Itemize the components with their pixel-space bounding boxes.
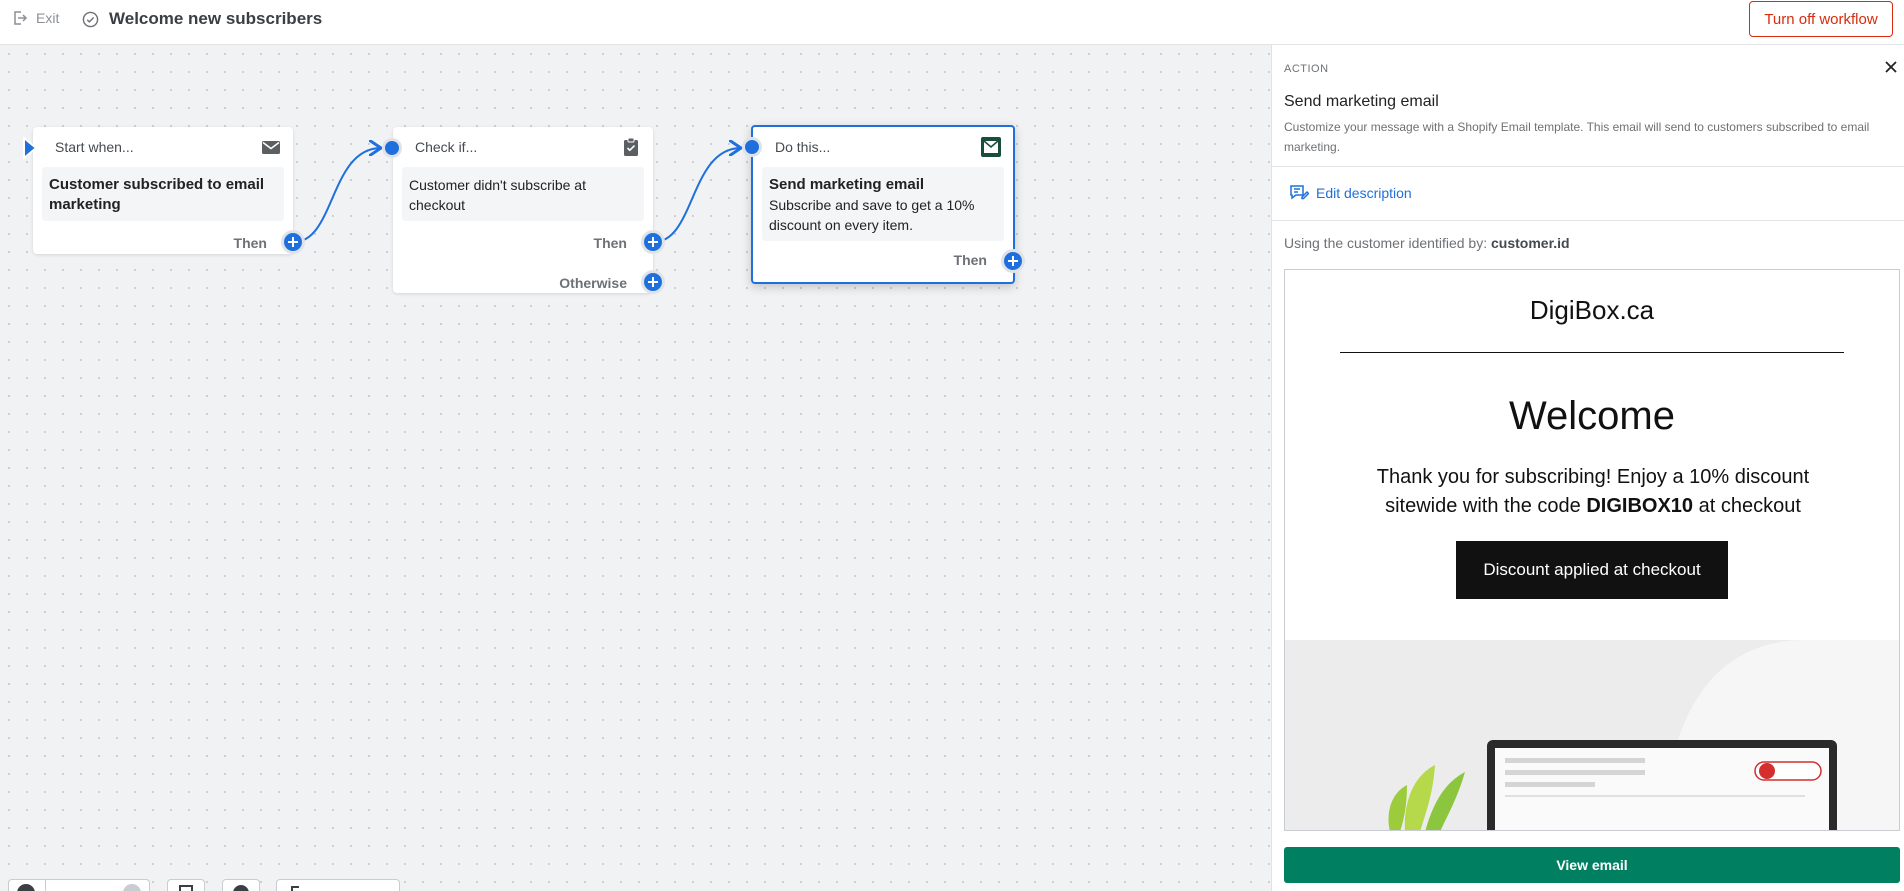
email-brand: DigiBox.ca: [1529, 295, 1655, 325]
clipboard-check-icon: [624, 137, 638, 156]
customer-identifier-value: customer.id: [1491, 235, 1570, 251]
feedback-icon: [291, 886, 299, 891]
start-marker-icon: [23, 137, 38, 159]
node-body: Customer subscribed to email marketing: [42, 167, 284, 221]
then-label: Then: [233, 235, 267, 251]
otherwise-label: Otherwise: [559, 275, 627, 291]
add-otherwise-step-button[interactable]: [641, 270, 665, 294]
email-text-after: at checkout: [1693, 495, 1801, 517]
zoom-out-icon[interactable]: [17, 884, 35, 891]
input-port[interactable]: [742, 137, 762, 157]
envelope-icon: [262, 141, 280, 154]
add-step-button[interactable]: [281, 230, 305, 254]
feedback-button[interactable]: [276, 879, 400, 891]
top-bar: Exit Welcome new subscribers Turn off wo…: [0, 0, 1904, 45]
add-step-button[interactable]: [1001, 249, 1025, 273]
view-email-button[interactable]: View email: [1284, 847, 1900, 883]
edit-description-button[interactable]: Edit description: [1289, 183, 1412, 203]
check-circle-icon: [82, 11, 99, 27]
email-preview: DigiBox.ca Welcome Thank you for subscri…: [1284, 269, 1900, 831]
email-discount-code: DIGIBOX10: [1586, 495, 1694, 517]
email-heading: Welcome: [1509, 394, 1675, 438]
plus-icon: [288, 237, 298, 247]
node-head: Start when...: [55, 139, 134, 155]
input-port[interactable]: [382, 138, 402, 158]
zoom-in-icon[interactable]: [123, 884, 141, 891]
workflow-canvas[interactable]: Start when... Customer subscribed to ema…: [0, 45, 1271, 891]
then-label: Then: [593, 235, 627, 251]
turn-off-workflow-button[interactable]: Turn off workflow: [1749, 1, 1893, 37]
connector-1: [293, 148, 381, 243]
close-icon[interactable]: [1883, 59, 1899, 75]
node-body-title: Send marketing email: [769, 176, 925, 193]
email-app-icon: [981, 137, 1001, 157]
laptop-plant-illustration: [1285, 640, 1899, 830]
then-label: Then: [953, 252, 987, 268]
email-cta-button: Discount applied at checkout: [1456, 541, 1728, 599]
divider: [1340, 352, 1844, 353]
condition-node[interactable]: Check if... Customer didn't subscribe at…: [393, 127, 653, 293]
help-icon: [233, 885, 249, 891]
workflow-title-text: Welcome new subscribers: [109, 9, 323, 28]
plus-icon: [648, 277, 658, 287]
customer-identifier: Using the customer identified by: custom…: [1284, 235, 1570, 251]
zoom-controls[interactable]: [8, 879, 150, 891]
workflow-title: Welcome new subscribers: [82, 9, 322, 29]
fit-view-button[interactable]: [167, 879, 205, 891]
divider: [1272, 166, 1904, 167]
panel-section-label: ACTION: [1284, 63, 1329, 75]
email-body-text: Thank you for subscribing! Enjoy a 10% d…: [1355, 463, 1831, 521]
help-button[interactable]: [222, 879, 260, 891]
panel-title: Send marketing email: [1284, 93, 1439, 110]
plus-icon: [648, 237, 658, 247]
comment-edit-icon: [1290, 185, 1309, 200]
plus-icon: [1008, 256, 1018, 266]
fit-view-icon: [179, 885, 193, 891]
action-node[interactable]: Do this... Send marketing email Subscrib…: [751, 125, 1015, 284]
node-body-text: Subscribe and save to get a 10% discount…: [769, 197, 975, 233]
node-head: Do this...: [775, 139, 831, 155]
action-panel: ACTION Send marketing email Customize yo…: [1271, 45, 1904, 891]
divider: [45, 880, 46, 891]
exit-icon: [14, 11, 28, 25]
exit-button[interactable]: Exit: [12, 10, 59, 26]
node-body: Send marketing email Subscribe and save …: [762, 167, 1004, 241]
customer-identifier-label: Using the customer identified by:: [1284, 235, 1488, 251]
divider: [1272, 220, 1904, 221]
edit-description-label: Edit description: [1316, 185, 1412, 201]
panel-description: Customize your message with a Shopify Em…: [1284, 120, 1870, 154]
email-hero-image: [1285, 640, 1899, 830]
exit-label: Exit: [36, 10, 60, 26]
node-head: Check if...: [415, 139, 478, 155]
node-body: Customer didn't subscribe at checkout: [402, 167, 644, 221]
connector-2: [653, 148, 741, 243]
trigger-node[interactable]: Start when... Customer subscribed to ema…: [33, 127, 293, 254]
add-then-step-button[interactable]: [641, 230, 665, 254]
